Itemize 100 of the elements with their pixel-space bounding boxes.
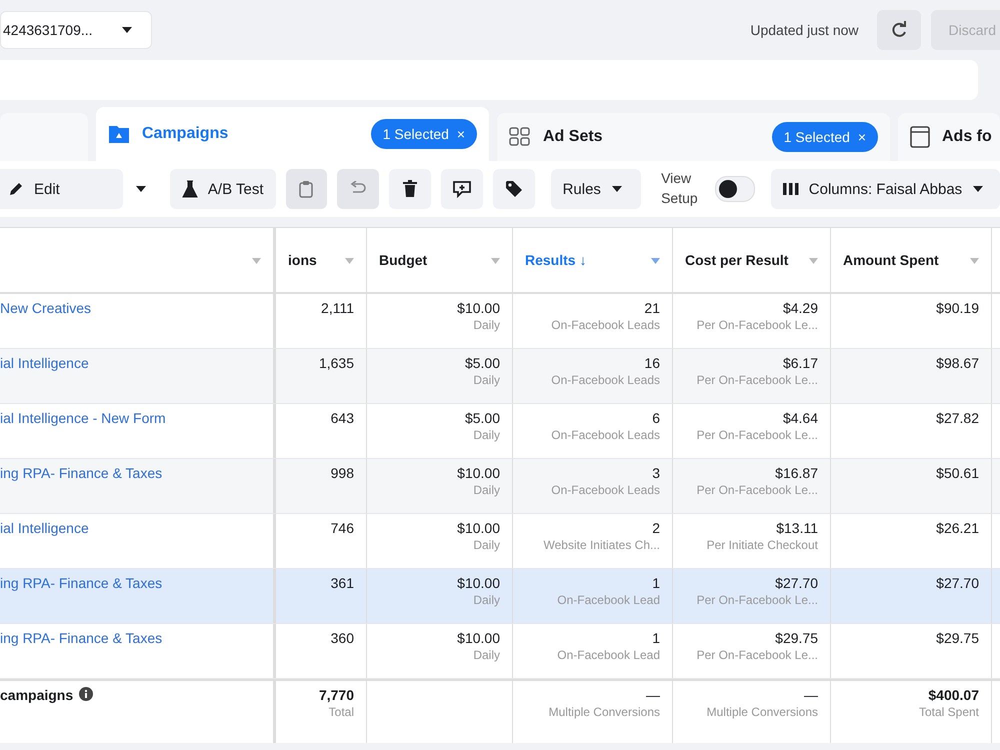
cell-note: On-Facebook Leads [551, 428, 660, 442]
table-row[interactable]: ial Intelligence 1,635 $5.00 Daily 16 On-Facebook Leads $6.17 Per On-Facebook Le... $98.67 [0, 349, 1000, 404]
cell-note: Per On-Facebook Le... [696, 428, 818, 442]
column-header[interactable]: Results ↓ [513, 228, 673, 292]
columns-dropdown[interactable]: Columns: Faisal Abbas [770, 169, 1000, 209]
table-cell: $98.67 [936, 355, 979, 371]
rules-button[interactable]: Rules [550, 169, 642, 209]
compare-button[interactable] [440, 169, 483, 209]
cell-note: Daily [473, 373, 500, 387]
table-cell: $10.00 [457, 300, 500, 316]
campaign-link[interactable]: ing RPA- Finance & Taxes [0, 465, 162, 481]
cell-note: Per On-Facebook Le... [696, 648, 818, 662]
table-cell: $29.75 [775, 630, 818, 646]
caret-icon [809, 258, 818, 264]
view-setup-toggle[interactable] [714, 176, 755, 202]
cell-note: Total Spent [918, 705, 979, 719]
cell-note: Per On-Facebook Le... [696, 483, 818, 497]
table-cell: 7,770 [318, 687, 354, 703]
tab[interactable]: Ads fo [898, 113, 1000, 161]
clipboard-icon [298, 180, 314, 198]
header-label: ions [288, 253, 317, 269]
tab[interactable]: Ad Sets 1 Selected × [497, 113, 890, 161]
table-row[interactable]: ing RPA- Finance & Taxes 360 $10.00 Daily 1 On-Facebook Lead $29.75 Per On-Facebook Le... $29.75 [0, 624, 1000, 679]
pencil-icon [8, 181, 24, 197]
table-cell: $13.11 [776, 520, 818, 536]
caret-icon [651, 258, 660, 264]
tab-label: Ads fo [942, 128, 993, 146]
selection-badge[interactable]: 1 Selected × [370, 119, 477, 149]
campaign-link[interactable]: ing RPA- Finance & Taxes [0, 575, 162, 591]
tab-label: Campaigns [142, 125, 230, 143]
tag-button[interactable] [492, 169, 535, 209]
cell-note: On-Facebook Leads [551, 318, 660, 332]
trash-icon [402, 180, 418, 198]
cell-note: Multiple Conversions [548, 705, 660, 719]
campaign-link[interactable]: New Creatives [0, 300, 92, 316]
tab[interactable]: Campaigns 1 Selected × [96, 107, 489, 161]
column-header[interactable]: Cost per Result [673, 228, 831, 292]
table-cell: $27.70 [775, 575, 818, 591]
table-cell: 1 [652, 630, 660, 646]
cell-note: Total [328, 705, 354, 719]
view-setup-label: View Setup [661, 169, 699, 208]
account-dropdown[interactable]: 4243631709... [0, 11, 152, 49]
caret-icon [345, 258, 354, 264]
campaign-link[interactable]: ial Intelligence [0, 520, 89, 536]
table-cell: $90.19 [936, 300, 979, 316]
cell-note: On-Facebook Lead [557, 593, 660, 607]
table-cell: $4.64 [782, 410, 818, 426]
table-cell: $29.75 [936, 630, 979, 646]
table-cell: 361 [330, 575, 354, 591]
table-cell: $5.00 [464, 355, 500, 371]
table-cell: $50.61 [936, 465, 979, 481]
cell-note: Daily [473, 483, 500, 497]
update-status: Updated just now [750, 22, 859, 38]
campaign-link[interactable]: ial Intelligence - New Form [0, 410, 166, 426]
summary-label: campaigns [0, 687, 74, 703]
caret-icon [610, 185, 623, 193]
cell-note: On-Facebook Leads [551, 373, 660, 387]
delete-button[interactable] [389, 169, 431, 209]
cell-note: Per On-Facebook Le... [696, 593, 818, 607]
table-cell: 643 [330, 410, 354, 426]
tag-icon [504, 180, 523, 198]
info-icon[interactable] [79, 687, 94, 701]
refresh-button[interactable] [876, 10, 921, 50]
cell-note: Website Initiates Ch... [544, 538, 660, 552]
cell-note: Daily [473, 593, 500, 607]
table-row[interactable]: ing RPA- Finance & Taxes 361 $10.00 Daily 1 On-Facebook Lead $27.70 Per On-Facebook Le... $27.70 [0, 569, 1000, 624]
edit-button[interactable]: Edit [0, 169, 123, 209]
tab-label: Ad Sets [543, 128, 604, 146]
table-cell: $26.21 [936, 520, 979, 536]
comment-icon [452, 180, 472, 198]
cell-note: Per Initiate Checkout [706, 538, 818, 552]
cell-note: Per On-Facebook Le... [696, 373, 818, 387]
table-cell: $5.00 [464, 410, 500, 426]
table-row[interactable]: ing RPA- Finance & Taxes 998 $10.00 Daily 3 On-Facebook Leads $16.87 Per On-Facebook Le... $50.61 [0, 459, 1000, 514]
table-cell: 360 [330, 630, 354, 646]
table-cell: $400.07 [928, 687, 979, 703]
column-header[interactable]: Amount Spent [831, 228, 992, 292]
cell-note: Per On-Facebook Le... [696, 318, 818, 332]
table-cell: $6.17 [782, 355, 818, 371]
table-cell: $27.70 [936, 575, 979, 591]
caret-icon [135, 185, 148, 193]
table-cell: — [804, 687, 818, 703]
header-label: Amount Spent [843, 253, 939, 269]
table-cell: 6 [652, 410, 660, 426]
table-cell: $27.82 [936, 410, 979, 426]
abtest-button[interactable]: A/B Test [170, 169, 276, 209]
caret-icon [970, 258, 979, 264]
campaign-link[interactable]: ing RPA- Finance & Taxes [0, 630, 162, 646]
selection-badge[interactable]: 1 Selected × [772, 122, 878, 152]
table-cell: — [646, 687, 660, 703]
folder-icon [108, 124, 130, 144]
columns-icon [782, 182, 799, 196]
caret-icon [252, 258, 261, 264]
cell-note: Daily [473, 428, 500, 442]
column-header[interactable]: ions [276, 228, 367, 292]
header-label: Budget [379, 253, 428, 269]
campaign-link[interactable]: ial Intelligence [0, 355, 89, 371]
table-cell: $4.29 [782, 300, 818, 316]
column-header[interactable]: Budget [367, 228, 513, 292]
table-cell: 1 [652, 575, 660, 591]
